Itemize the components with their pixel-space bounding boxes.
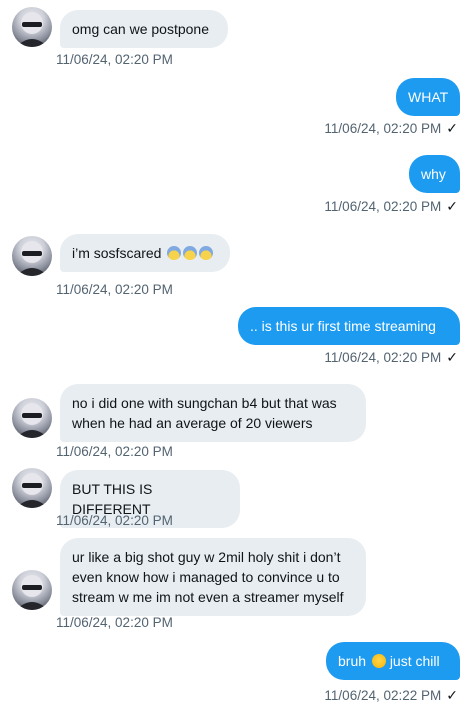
message-text: WHAT [408, 89, 449, 105]
incoming-message-bubble[interactable]: ur like a big shot guy w 2mil holy shit … [60, 538, 366, 616]
fearful-face-emoji-icon [167, 246, 182, 260]
outgoing-message-bubble[interactable]: bruh just chill [326, 642, 460, 680]
drooling-face-emoji-icon [371, 654, 386, 668]
outgoing-message-bubble[interactable]: .. is this ur first time streaming [238, 307, 460, 345]
message-timestamp: 11/06/24, 02:20 PM [56, 282, 173, 297]
fearful-face-emoji-icon [183, 246, 198, 260]
avatar[interactable] [12, 570, 52, 610]
message-timestamp: 11/06/24, 02:20 PM [324, 350, 442, 365]
avatar-image [16, 403, 48, 438]
message-text: why [421, 166, 446, 182]
message-timestamp: 11/06/24, 02:20 PM [56, 444, 173, 459]
message-text: omg can we postpone [72, 21, 209, 37]
read-check-icon: ✓ [446, 120, 458, 136]
message-timestamp-row: 11/06/24, 02:20 PM ✓ [324, 119, 458, 138]
chat-conversation: omg can we postpone 11/06/24, 02:20 PM W… [0, 0, 474, 707]
message-timestamp: 11/06/24, 02:20 PM [56, 615, 173, 630]
message-text: ur like a big shot guy w 2mil holy shit … [72, 549, 344, 605]
avatar[interactable] [12, 236, 52, 276]
message-timestamp-row: 11/06/24, 02:20 PM ✓ [324, 348, 458, 367]
incoming-message-bubble[interactable]: omg can we postpone [60, 10, 228, 48]
avatar[interactable] [12, 468, 52, 508]
message-text: .. is this ur first time streaming [250, 318, 436, 334]
message-timestamp-row: 11/06/24, 02:20 PM ✓ [324, 197, 458, 216]
avatar[interactable] [12, 398, 52, 438]
fearful-face-emoji-icon [199, 246, 214, 260]
message-timestamp: 11/06/24, 02:22 PM [324, 688, 442, 703]
avatar-image [16, 241, 48, 276]
message-timestamp: 11/06/24, 02:20 PM [324, 199, 442, 214]
message-text: no i did one with sungchan b4 but that w… [72, 395, 337, 431]
message-text-part-1: bruh [338, 653, 367, 669]
read-check-icon: ✓ [446, 198, 458, 214]
incoming-message-bubble[interactable]: no i did one with sungchan b4 but that w… [60, 384, 366, 442]
read-check-icon: ✓ [446, 687, 458, 703]
message-timestamp: 11/06/24, 02:20 PM [56, 513, 173, 528]
avatar-image [16, 12, 48, 47]
outgoing-message-bubble[interactable]: why [409, 155, 460, 193]
avatar[interactable] [12, 7, 52, 47]
message-timestamp: 11/06/24, 02:20 PM [56, 52, 173, 67]
read-check-icon: ✓ [446, 349, 458, 365]
outgoing-message-bubble[interactable]: WHAT [396, 78, 460, 116]
message-text: i’m sosfscared [72, 245, 162, 261]
message-timestamp: 11/06/24, 02:20 PM [324, 121, 442, 136]
message-timestamp-row: 11/06/24, 02:22 PM ✓ [324, 686, 458, 705]
avatar-image [16, 575, 48, 610]
avatar-image [16, 473, 48, 508]
incoming-message-bubble[interactable]: i’m sosfscared [60, 234, 230, 272]
message-text-part-2: just chill [389, 653, 440, 669]
